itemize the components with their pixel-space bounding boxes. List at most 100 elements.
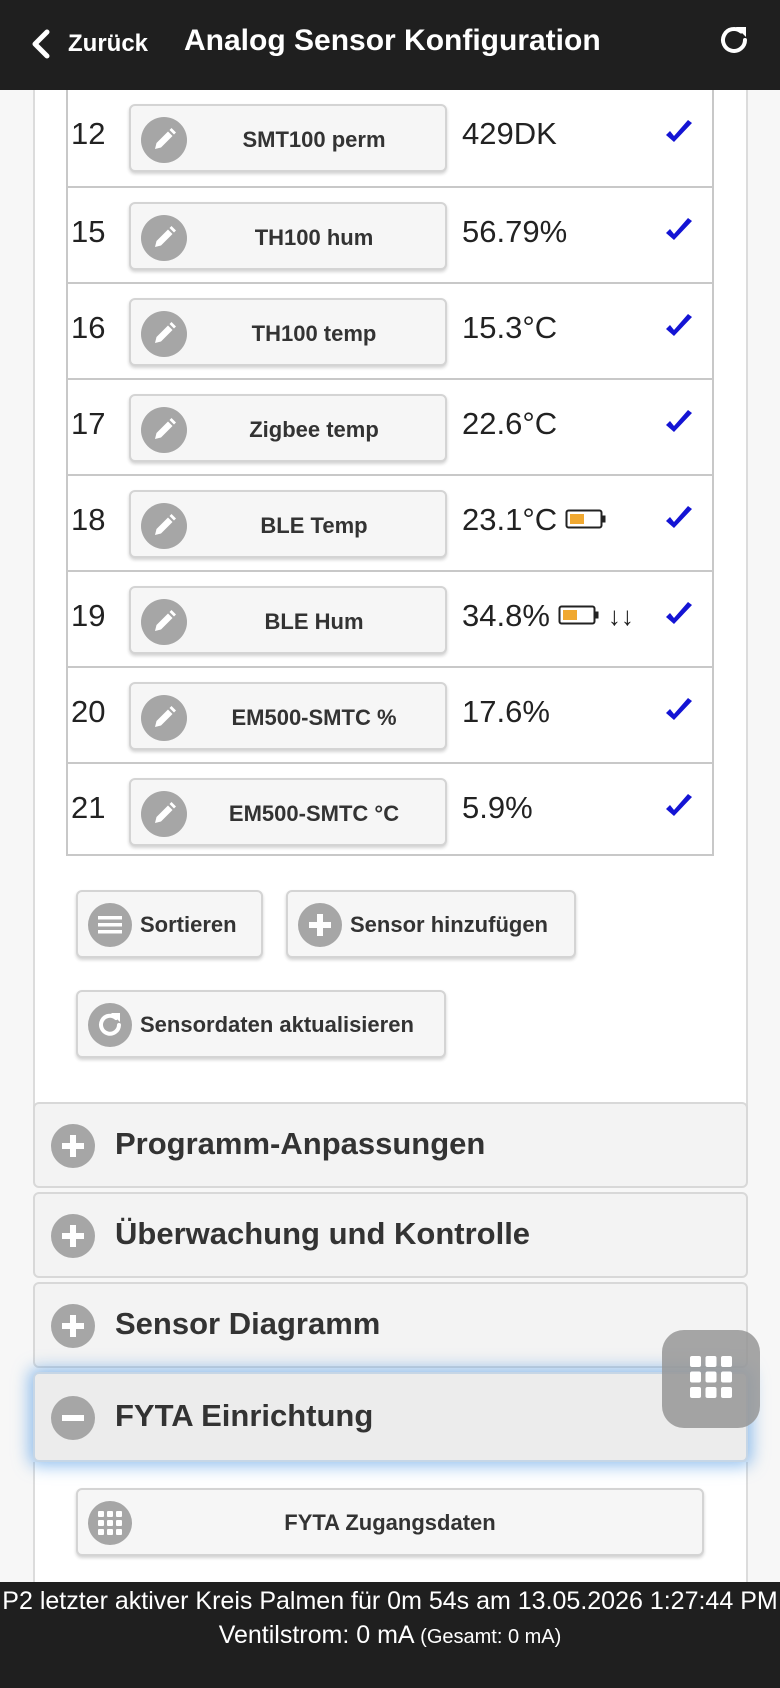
section-programm-anpassungen[interactable]: Programm-Anpassungen	[33, 1102, 748, 1188]
valve-current-text: Ventilstrom: 0 mA	[218, 1621, 414, 1649]
table-row: 18 BLE Temp 23.1°C	[68, 474, 712, 570]
sensor-name: BLE Hum	[264, 609, 364, 634]
page-title: Analog Sensor Konfiguration	[184, 24, 601, 57]
edit-sensor-button[interactable]: EM500-SMTC °C	[129, 778, 447, 846]
sensor-id: 15	[71, 214, 106, 249]
pencil-icon	[141, 791, 187, 837]
table-row: 16 TH100 temp 15.3°C	[68, 282, 712, 378]
sensor-value-text: 22.6°C	[462, 406, 558, 441]
sensor-id: 20	[71, 694, 106, 729]
check-icon	[662, 502, 696, 536]
grid-menu-button[interactable]	[662, 1330, 760, 1428]
sensor-id: 17	[71, 406, 106, 441]
sensor-id: 21	[71, 790, 106, 825]
check-icon	[662, 214, 696, 248]
sensor-table: 12 SMT100 perm 429DK 15 TH100 hum 56.79%…	[66, 90, 714, 856]
add-sensor-label: Sensor hinzufügen	[350, 912, 548, 937]
table-row: 20 EM500-SMTC % 17.6%	[68, 666, 712, 762]
table-row: 17 Zigbee temp 22.6°C	[68, 378, 712, 474]
app-header: Zurück Analog Sensor Konfiguration	[0, 0, 780, 90]
table-row: 12 SMT100 perm 429DK	[68, 90, 712, 186]
back-button[interactable]: Zurück	[24, 22, 148, 66]
check-icon	[662, 694, 696, 728]
sensor-name: TH100 temp	[251, 321, 377, 346]
sensor-value: 15.3°C	[462, 310, 557, 346]
pencil-icon	[141, 215, 187, 261]
sensor-value-text: 17.6%	[462, 694, 550, 729]
sensor-value-text: 23.1°C	[462, 502, 558, 537]
sensor-value-text: 5.9%	[462, 790, 533, 825]
plus-icon	[51, 1124, 95, 1168]
sensor-name: TH100 hum	[254, 225, 374, 250]
edit-sensor-button[interactable]: SMT100 perm	[129, 104, 447, 172]
sensor-name: EM500-SMTC %	[231, 705, 397, 730]
section-label: FYTA Einrichtung	[115, 1398, 374, 1433]
sensor-name: Zigbee temp	[249, 417, 379, 442]
sensor-name: EM500-SMTC °C	[228, 801, 400, 826]
valve-current: Ventilstrom: 0 mA (Gesamt: 0 mA)	[0, 1618, 780, 1654]
section-label: Programm-Anpassungen	[115, 1126, 486, 1161]
sensor-value-text: 15.3°C	[462, 310, 558, 345]
trend-arrows: ↓↓	[607, 600, 634, 631]
sensor-id: 12	[71, 116, 106, 151]
valve-current-total: (Gesamt: 0 mA)	[420, 1626, 562, 1648]
section-fyta-einrichtung[interactable]: FYTA Einrichtung	[33, 1372, 748, 1462]
section-ueberwachung-und-kontrolle[interactable]: Überwachung und Kontrolle	[33, 1192, 748, 1278]
edit-sensor-button[interactable]: TH100 hum	[129, 202, 447, 270]
check-icon	[662, 598, 696, 632]
sensor-value-text: 34.8%	[462, 598, 550, 633]
sensor-name: BLE Temp	[260, 513, 368, 538]
add-sensor-button[interactable]: Sensor hinzufügen	[286, 890, 576, 958]
pencil-icon	[141, 117, 187, 163]
menu-icon	[88, 903, 132, 947]
plus-icon	[298, 903, 342, 947]
sensor-value: 22.6°C	[462, 406, 557, 442]
sensor-id: 18	[71, 502, 106, 537]
check-icon	[662, 790, 696, 824]
sensor-id: 19	[71, 598, 106, 633]
sensor-value-text: 429DK	[462, 116, 557, 151]
table-row: 19 BLE Hum 34.8% ↓↓	[68, 570, 712, 666]
sort-label: Sortieren	[140, 912, 237, 937]
refresh-sensordata-label: Sensordaten aktualisieren	[140, 1012, 414, 1037]
edit-sensor-button[interactable]: EM500-SMTC %	[129, 682, 447, 750]
refresh-sensordata-button[interactable]: Sensordaten aktualisieren	[76, 990, 446, 1058]
plus-icon	[51, 1214, 95, 1258]
edit-sensor-button[interactable]: TH100 temp	[129, 298, 447, 366]
last-active-status: P2 letzter aktiver Kreis Palmen für 0m 5…	[2, 1587, 778, 1615]
status-footer: P2 letzter aktiver Kreis Palmen für 0m 5…	[0, 1582, 780, 1688]
minus-icon	[51, 1396, 95, 1440]
sensor-value: 17.6%	[462, 694, 550, 730]
edit-sensor-button[interactable]: BLE Hum	[129, 586, 447, 654]
battery-icon	[558, 598, 600, 634]
check-icon	[662, 310, 696, 344]
sensor-name: SMT100 perm	[242, 127, 386, 152]
sensor-value: 34.8% ↓↓	[462, 598, 634, 634]
sensor-value: 23.1°C	[462, 502, 607, 538]
sensor-value: 56.79%	[462, 214, 567, 250]
pencil-icon	[141, 407, 187, 453]
section-label: Überwachung und Kontrolle	[115, 1216, 531, 1251]
chevron-left-icon	[24, 27, 58, 61]
check-icon	[662, 116, 696, 150]
battery-icon	[565, 502, 607, 538]
check-icon	[662, 406, 696, 440]
plus-icon	[51, 1304, 95, 1348]
pencil-icon	[141, 503, 187, 549]
section-sensor-diagramm[interactable]: Sensor Diagramm	[33, 1282, 748, 1368]
table-row: 15 TH100 hum 56.79%	[68, 186, 712, 282]
sensor-id: 16	[71, 310, 106, 345]
refresh-button[interactable]	[712, 20, 756, 64]
table-row: 21 EM500-SMTC °C 5.9%	[68, 762, 712, 858]
sensor-value: 429DK	[462, 116, 557, 152]
sensor-value: 5.9%	[462, 790, 533, 826]
pencil-icon	[141, 695, 187, 741]
refresh-icon	[717, 23, 751, 62]
edit-sensor-button[interactable]: Zigbee temp	[129, 394, 447, 462]
back-label: Zurück	[68, 30, 149, 57]
edit-sensor-button[interactable]: BLE Temp	[129, 490, 447, 558]
sensor-value-text: 56.79%	[462, 214, 568, 249]
fyta-credentials-button[interactable]: FYTA Zugangsdaten	[76, 1488, 704, 1556]
sort-button[interactable]: Sortieren	[76, 890, 263, 958]
pencil-icon	[141, 311, 187, 357]
